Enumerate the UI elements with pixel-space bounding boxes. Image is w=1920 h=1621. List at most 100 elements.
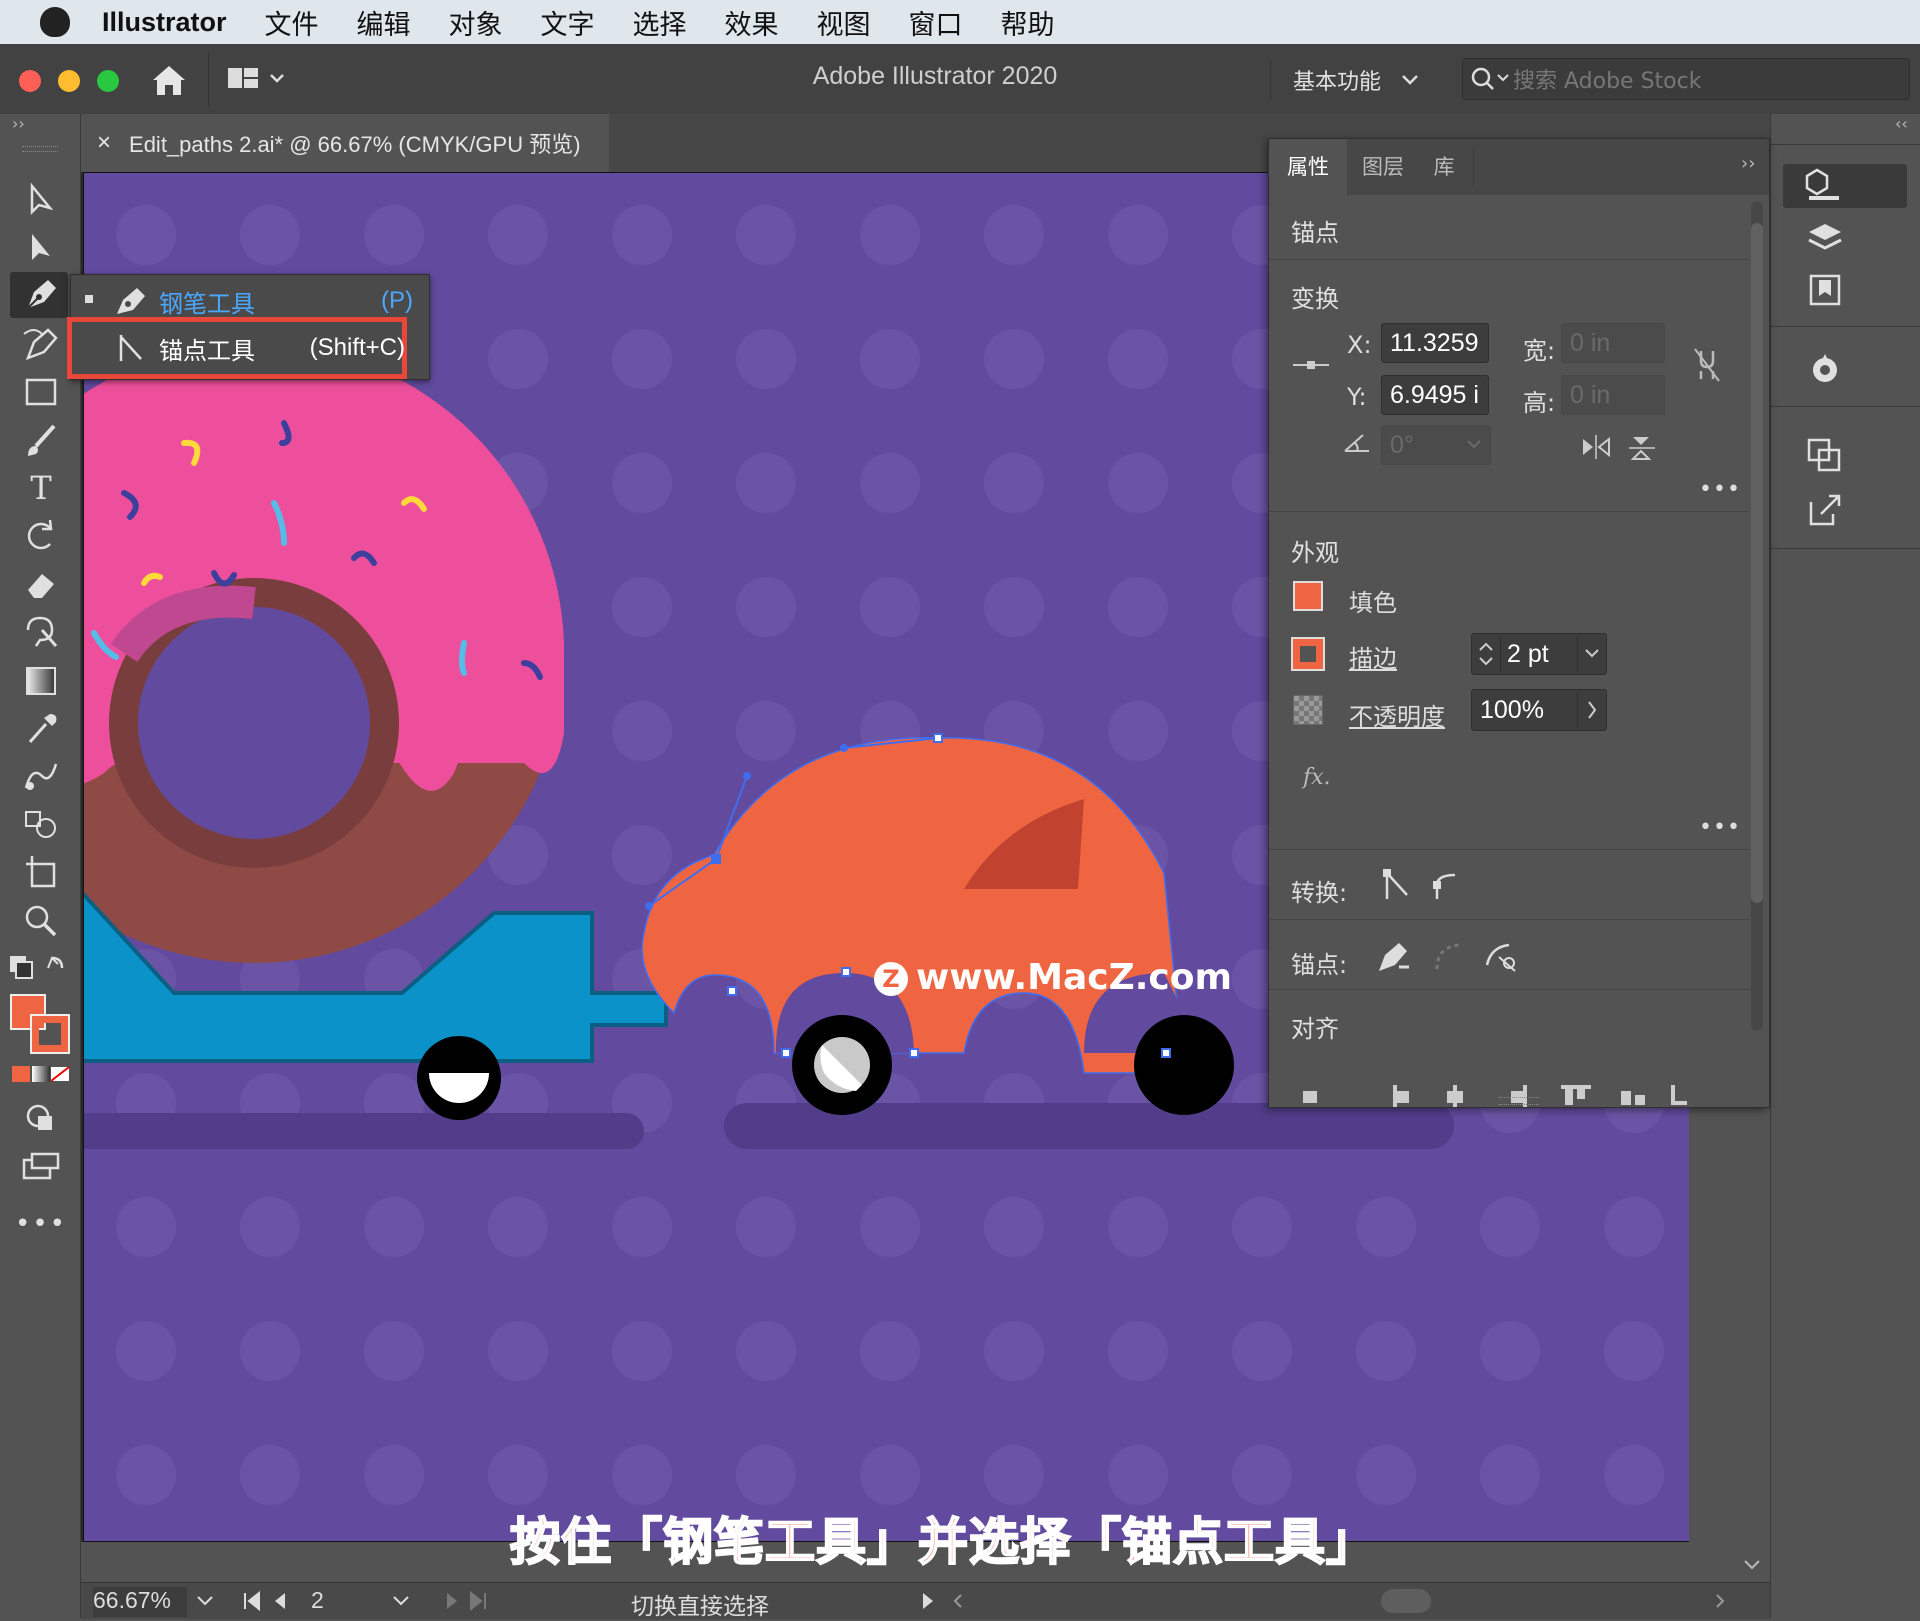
libraries-icon[interactable] [1805, 270, 1845, 310]
zoom-field[interactable]: 66.67% [93, 1587, 187, 1617]
status-menu-icon[interactable] [917, 1589, 987, 1613]
draw-mode-icon[interactable] [20, 1098, 62, 1138]
horizontal-scroll-thumb[interactable] [1381, 1589, 1431, 1613]
color-mode-button[interactable] [12, 1066, 30, 1082]
stroke-color-swatch[interactable] [30, 1014, 70, 1054]
collapse-panel-icon[interactable]: ›› [12, 114, 25, 133]
close-tab-icon[interactable]: × [97, 129, 111, 157]
panel-grip[interactable] [22, 146, 58, 152]
menu-window[interactable]: 窗口 [909, 3, 963, 42]
pen-tool-icon[interactable] [20, 274, 62, 314]
stroke-label[interactable]: 描边 [1349, 639, 1397, 674]
angle-field[interactable]: 0° [1381, 425, 1491, 465]
artboard-dropdown-icon[interactable] [389, 1591, 413, 1611]
stroke-swatch[interactable] [1291, 637, 1325, 671]
tab-properties[interactable]: 属性 [1269, 139, 1347, 195]
properties-panel-button[interactable] [1783, 164, 1907, 208]
panel-scroll-thumb[interactable] [1751, 223, 1763, 903]
rotate-tool-icon[interactable] [20, 516, 62, 556]
adobe-stock-search[interactable]: 搜索 Adobe Stock [1462, 58, 1910, 100]
expand-panels-icon[interactable]: ‹‹ [1895, 114, 1908, 133]
height-field[interactable]: 0 in [1561, 375, 1665, 415]
constrain-proportions-icon[interactable] [1689, 345, 1725, 385]
tab-layers[interactable]: 图层 [1349, 139, 1417, 195]
fx-effects-button[interactable]: fx. [1303, 765, 1331, 790]
swap-colors-icon[interactable] [8, 952, 68, 982]
flip-vertical-icon[interactable] [1627, 433, 1661, 463]
chevron-down-icon[interactable] [1577, 636, 1606, 672]
type-tool-icon[interactable]: T [20, 468, 62, 508]
search-input[interactable]: 搜索 Adobe Stock [1513, 63, 1701, 95]
menu-file[interactable]: 文件 [265, 3, 319, 42]
workspace-switcher[interactable]: 基本功能 [1270, 60, 1425, 100]
artboard-number-field[interactable]: 2 [311, 1587, 371, 1617]
last-artboard-icon[interactable] [437, 1589, 497, 1613]
layers-icon[interactable] [1805, 218, 1845, 258]
flyout-pen-tool[interactable]: 钢笔工具 (P) [113, 281, 413, 321]
cut-path-icon[interactable] [1481, 937, 1521, 977]
edit-toolbar-icon[interactable]: ••• [15, 1204, 65, 1244]
none-mode-button[interactable] [50, 1066, 70, 1082]
x-label: X: [1347, 331, 1372, 359]
watermark-text: www.MacZ.com [916, 957, 1232, 998]
free-transform-tool-icon[interactable] [20, 612, 62, 652]
reference-point-icon[interactable] [1291, 357, 1331, 373]
panel-tabs: 属性 图层 库 ›› [1269, 139, 1769, 195]
blend-tool-icon[interactable] [20, 756, 62, 796]
pathfinder-icon[interactable] [1805, 436, 1845, 476]
chevron-right-icon[interactable] [1577, 692, 1606, 728]
gradient-mode-button[interactable] [32, 1066, 50, 1082]
menu-view[interactable]: 视图 [817, 3, 871, 42]
menu-object[interactable]: 对象 [449, 3, 503, 42]
flip-horizontal-icon[interactable] [1579, 433, 1613, 461]
remove-anchor-icon[interactable] [1373, 937, 1413, 977]
zoom-tool-icon[interactable] [20, 900, 62, 940]
curvature-tool-icon[interactable] [20, 324, 62, 364]
convert-to-smooth-icon[interactable] [1429, 867, 1465, 903]
paintbrush-tool-icon[interactable] [20, 420, 62, 460]
panel-scrollbar[interactable] [1751, 201, 1763, 1031]
divider [1269, 989, 1749, 990]
document-tab[interactable]: × Edit_paths 2.ai* @ 66.67% (CMYK/GPU 预览… [81, 114, 609, 172]
y-field[interactable]: 6.9495 i [1381, 375, 1489, 415]
screen-mode-icon[interactable] [20, 1146, 62, 1186]
eyedropper-tool-icon[interactable] [20, 708, 62, 748]
apple-icon[interactable] [40, 7, 70, 37]
menu-edit[interactable]: 编辑 [357, 3, 411, 42]
fill-swatch[interactable] [1293, 581, 1323, 611]
menu-type[interactable]: 文字 [541, 3, 595, 42]
opacity-field[interactable]: 100% [1471, 689, 1607, 731]
eraser-tool-icon[interactable] [20, 564, 62, 604]
more-appearance-options-icon[interactable]: ••• [1699, 815, 1741, 840]
flyout-anchor-point-tool[interactable]: 锚点工具 (Shift+C) [113, 327, 405, 369]
flyout-pen-shortcut: (P) [381, 287, 413, 314]
stroke-stepper-icon[interactable] [1472, 636, 1501, 672]
rectangle-tool-icon[interactable] [20, 372, 62, 412]
zoom-dropdown-icon[interactable] [193, 1591, 217, 1611]
direct-selection-tool-icon[interactable] [20, 228, 62, 268]
menu-bar: Illustrator 文件 编辑 对象 文字 选择 效果 视图 窗口 帮助 [0, 0, 1920, 44]
tab-libraries[interactable]: 库 [1419, 139, 1469, 195]
x-field[interactable]: 11.3259 [1381, 323, 1489, 363]
scroll-down-arrow[interactable] [1742, 1555, 1762, 1575]
gradient-tool-icon[interactable] [20, 660, 62, 700]
divider [1269, 849, 1749, 850]
menu-help[interactable]: 帮助 [1001, 3, 1055, 42]
app-menu[interactable]: Illustrator [102, 7, 227, 38]
menu-effect[interactable]: 效果 [725, 3, 779, 42]
symbol-sprayer-tool-icon[interactable] [20, 804, 62, 844]
scroll-right-icon[interactable] [1711, 1589, 1731, 1613]
panel-collapse-icon[interactable]: ›› [1741, 153, 1755, 174]
panel-resize-grip[interactable] [1499, 1097, 1539, 1105]
width-field[interactable]: 0 in [1561, 323, 1665, 363]
color-guide-icon[interactable] [1805, 350, 1845, 390]
first-artboard-icon[interactable] [241, 1589, 301, 1613]
more-transform-options-icon[interactable]: ••• [1699, 477, 1741, 502]
menu-select[interactable]: 选择 [633, 3, 687, 42]
opacity-label[interactable]: 不透明度 [1349, 697, 1445, 732]
convert-to-corner-icon[interactable] [1379, 867, 1415, 903]
export-icon[interactable] [1805, 490, 1845, 530]
artboard-tool-icon[interactable] [20, 852, 62, 892]
stroke-weight-field[interactable]: 2 pt [1471, 633, 1607, 675]
selection-tool-icon[interactable] [20, 180, 62, 220]
